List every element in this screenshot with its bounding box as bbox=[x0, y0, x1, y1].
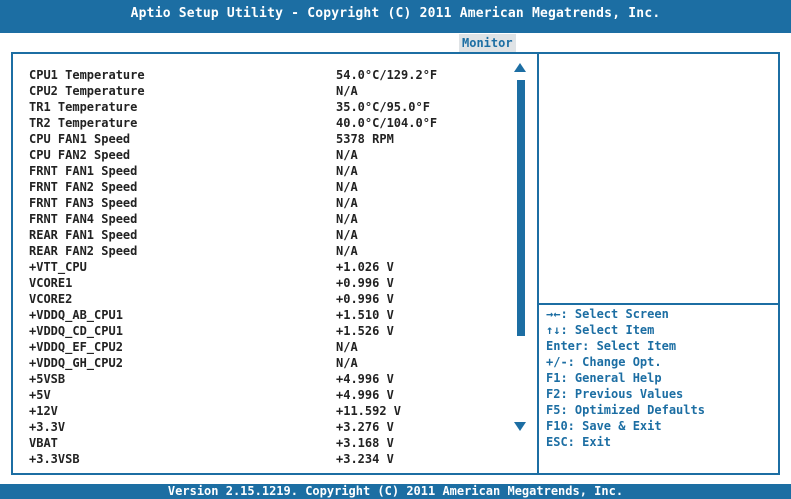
item-value: N/A bbox=[336, 180, 358, 194]
item-value: +0.996 V bbox=[336, 292, 394, 306]
item-label: +VTT_CPU bbox=[29, 260, 87, 274]
item-label: TR2 Temperature bbox=[29, 116, 138, 130]
scrollbar-thumb[interactable] bbox=[517, 80, 525, 336]
item-value: +1.510 V bbox=[336, 308, 394, 322]
item-label: +5V bbox=[29, 388, 51, 402]
item-label: +VDDQ_CD_CPU1 bbox=[29, 324, 123, 338]
tab-boot[interactable]: Boot bbox=[405, 34, 440, 52]
tab-monitor[interactable]: Monitor bbox=[459, 34, 516, 52]
help-line: Enter: Select Item bbox=[546, 339, 677, 353]
scroll-up-arrow-icon[interactable] bbox=[514, 63, 526, 72]
item-value: N/A bbox=[336, 228, 358, 242]
item-value: +3.168 V bbox=[336, 436, 394, 450]
item-value: N/A bbox=[336, 356, 358, 370]
help-line: F1: General Help bbox=[546, 371, 662, 385]
item-value: 5378 RPM bbox=[336, 132, 394, 146]
help-divider bbox=[539, 303, 778, 305]
item-value: N/A bbox=[336, 148, 358, 162]
panel-divider bbox=[537, 54, 539, 473]
item-label: +12V bbox=[29, 404, 58, 418]
item-value: 35.0°C/95.0°F bbox=[336, 100, 430, 114]
tab-exit[interactable]: Exit bbox=[661, 34, 696, 52]
item-label: VCORE2 bbox=[29, 292, 73, 306]
item-label: TR1 Temperature bbox=[29, 100, 138, 114]
item-label: FRNT FAN4 Speed bbox=[29, 212, 138, 226]
item-label: FRNT FAN3 Speed bbox=[29, 196, 138, 210]
help-line: →←: Select Screen bbox=[546, 307, 669, 321]
tab-security[interactable]: Security bbox=[543, 34, 607, 52]
item-value: +11.592 V bbox=[336, 404, 402, 418]
item-value: N/A bbox=[336, 164, 358, 178]
item-value: +4.996 V bbox=[336, 372, 394, 386]
app-title: Aptio Setup Utility - Copyright (C) 2011… bbox=[130, 6, 661, 21]
item-value: +1.526 V bbox=[336, 324, 394, 338]
item-value: N/A bbox=[336, 212, 358, 226]
item-value: +3.234 V bbox=[336, 452, 394, 466]
item-label: CPU FAN2 Speed bbox=[29, 148, 131, 162]
item-label: +VDDQ_GH_CPU2 bbox=[29, 356, 123, 370]
tab-event-logs[interactable]: Event Logs bbox=[301, 34, 379, 52]
item-value: 40.0°C/104.0°F bbox=[336, 116, 438, 130]
help-line: +/-: Change Opt. bbox=[546, 355, 662, 369]
scroll-down-arrow-icon[interactable] bbox=[514, 422, 526, 431]
item-label: +5VSB bbox=[29, 372, 66, 386]
help-line: F2: Previous Values bbox=[546, 387, 684, 401]
footer-version: Version 2.15.1219. Copyright (C) 2011 Am… bbox=[0, 484, 791, 499]
item-value: +1.026 V bbox=[336, 260, 394, 274]
item-value: N/A bbox=[336, 340, 358, 354]
item-label: +VDDQ_AB_CPU1 bbox=[29, 308, 123, 322]
tab-server-mgmt[interactable]: Server Mgmt bbox=[185, 34, 270, 52]
item-label: +3.3V bbox=[29, 420, 66, 434]
item-value: N/A bbox=[336, 196, 358, 210]
item-label: +3.3VSB bbox=[29, 452, 80, 466]
item-label: FRNT FAN2 Speed bbox=[29, 180, 138, 194]
monitor-list: CPU1 Temperature 54.0°C/129.2°F CPU2 Temp… bbox=[13, 54, 522, 473]
item-value: +3.276 V bbox=[336, 420, 394, 434]
item-label: VBAT bbox=[29, 436, 58, 450]
item-value: N/A bbox=[336, 84, 358, 98]
tab-bar: Main Advanced Server Mgmt Event Logs Boo… bbox=[0, 34, 791, 52]
item-value: 54.0°C/129.2°F bbox=[336, 68, 438, 82]
tab-tool[interactable]: Tool bbox=[617, 34, 652, 52]
item-value: N/A bbox=[336, 244, 358, 258]
help-line: ESC: Exit bbox=[546, 435, 612, 449]
item-label: CPU2 Temperature bbox=[29, 84, 145, 98]
item-label: +VDDQ_EF_CPU2 bbox=[29, 340, 123, 354]
title-bar: Aptio Setup Utility - Copyright (C) 2011… bbox=[0, 0, 791, 33]
help-line: ↑↓: Select Item bbox=[546, 323, 655, 337]
item-label: REAR FAN2 Speed bbox=[29, 244, 138, 258]
item-label: CPU1 Temperature bbox=[29, 68, 145, 82]
help-line: F5: Optimized Defaults bbox=[546, 403, 705, 417]
item-label: VCORE1 bbox=[29, 276, 73, 290]
help-line: F10: Save & Exit bbox=[546, 419, 662, 433]
item-value: +4.996 V bbox=[336, 388, 394, 402]
item-label: REAR FAN1 Speed bbox=[29, 228, 138, 242]
tab-advanced[interactable]: Advanced bbox=[91, 34, 155, 52]
item-label: FRNT FAN1 Speed bbox=[29, 164, 138, 178]
item-label: CPU FAN1 Speed bbox=[29, 132, 131, 146]
item-value: +0.996 V bbox=[336, 276, 394, 290]
tab-main[interactable]: Main bbox=[32, 34, 67, 52]
